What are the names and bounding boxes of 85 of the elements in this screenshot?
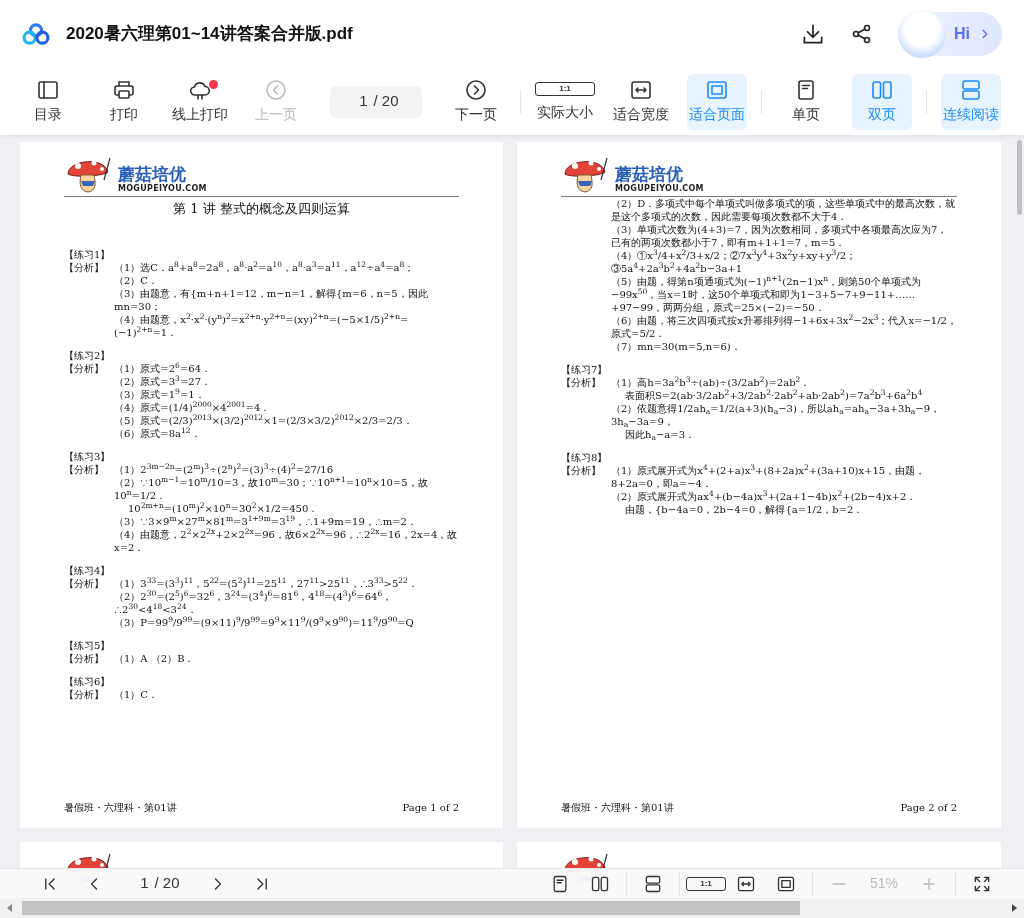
page-number-text: Page 2 of 2 xyxy=(900,801,957,814)
analysis-label: 【分析】 xyxy=(64,261,104,273)
solution-line: （1）选C．a$^{8}$+a$^{8}$=2a$^{8}$，a$^{8}$·a$^{2}$=a$^{10}$，a$^{8}$·a$^{3}$=a$^{11}$，a$^{12}$÷a$^{4}$=a$^{8}$； xyxy=(114,260,416,274)
solution-line: （4）由题意，2$^{2}$×2$^{2x}$+2×2$^{2x}$=96，故6×2$^{2x}$=96，∴2$^{2x}$=16，2x=4，故x=2． xyxy=(114,527,459,554)
exercise-heading: 【练习5】 xyxy=(64,638,112,652)
logo-subtitle: MOGUPEIYOU.COM xyxy=(615,183,704,194)
analysis-label: 【分析】 xyxy=(64,463,104,475)
exercise-heading: 【练习7】 xyxy=(561,363,609,376)
ratio-icon: 1:1 xyxy=(686,876,726,891)
solution-line: （1）原式=2$^{6}$=64． xyxy=(114,361,212,375)
solution-line: 表面积S=2(ab·3/2ab$^{2}$+3/2ab$^{2}$·2ab$^{2}$+ab·2ab$^{2}$)=7a$^{2}$b$^{3}$+6a$^{2}$b$^{4}$ xyxy=(624,389,924,402)
continuous-icon xyxy=(959,77,983,102)
fit-width-button[interactable]: 适合宽度 xyxy=(611,73,671,130)
document-title: 2020暑六理第01~14讲答案合并版.pdf xyxy=(66,23,353,46)
logo-text: 蘑菇培优 xyxy=(615,164,684,184)
scrollbar-thumb[interactable] xyxy=(22,901,800,915)
solution-line: （5）由题，得第n项通项式为(−1)$^{n+1}$(2n−1)x$^{n}$，则第50个单项式为−99x$^{50}$，当x=1时，这50个单项式和即为1−3+5−7+9−11+……+97−99，两两分组，原式=25×(−2)=−50． xyxy=(611,275,922,314)
zoom-out-icon xyxy=(832,882,846,885)
page-number-input[interactable]: 1 xyxy=(132,872,149,895)
lecture-title: 第 1 讲 整式的概念及四则运算 xyxy=(172,201,351,218)
solution-line: （6）原式=8a$^{12}$． xyxy=(114,426,202,440)
analysis-label: 【分析】 xyxy=(64,688,104,700)
logo-text: 蘑菇培优 xyxy=(118,164,187,184)
solution-line: （7）mn=30(m=5,n=6)． xyxy=(611,340,742,353)
exercise-heading: 【练习2】 xyxy=(64,348,112,362)
solution-line: 10$^{2m+n}$=(10$^{m}$)$^{2}$×10$^{n}$=30$^{2}$×1/2=450． xyxy=(127,501,320,515)
actual-size-button[interactable]: 1:1 实际大小 xyxy=(535,73,595,130)
contents-button[interactable]: 目录 xyxy=(18,73,78,130)
solution-line: 由题，{b−4a=0，2b−4=0，解得{a=1/2，b=2． xyxy=(624,503,865,516)
single-page-button[interactable]: 单页 xyxy=(776,73,836,130)
analysis-label: 【分析】 xyxy=(64,652,104,664)
solution-line: （6）由题，将三次四项式按x升幂排列得−1+6x+3x$^{2}$−2x$^{3}$；代入x=−1/2，原式=5/2． xyxy=(611,314,957,340)
analysis-label: 【分析】 xyxy=(64,577,104,589)
previous-page-icon xyxy=(264,77,288,102)
page-footer-text: 暑假班・六理科・第01讲 xyxy=(561,801,674,814)
analysis-label: 【分析】 xyxy=(561,377,601,388)
solution-line: （1）2$^{3m−2n}$=(2$^{m}$)$^{3}$÷(2$^{n}$)$^{2}$=(3)$^{3}$÷(4)$^{2}$=27/16 xyxy=(114,462,335,476)
zoom-level: 51% xyxy=(869,874,899,893)
exercise-heading: 【练习8】 xyxy=(561,451,609,464)
logo-subtitle: MOGUPEIYOU.COM xyxy=(118,183,207,194)
solution-line: （2）依题意得1/2ah$_{a}$=1/2(a+3)(h$_{a}$−3)，所以ah$_{a}$=ah$_{a}$−3a+3h$_{a}$−9，3h$_{a}$−3a=9， xyxy=(611,402,942,428)
vertical-scrollbar-thumb[interactable] xyxy=(1017,140,1022,215)
analysis-label: 【分析】 xyxy=(64,362,104,374)
solution-line: （1）C． xyxy=(114,687,159,701)
greeting-text: Hi xyxy=(954,24,970,44)
next-page-button[interactable]: 下一页 xyxy=(446,73,506,130)
solution-line: （2）原式展开式为ax$^{4}$+(b−4a)x$^{3}$+(2a+1−4b)x$^{2}$+(2b−4)x+2． xyxy=(611,490,918,503)
solution-line: （4）原式=(1/4)$^{2000}$×4$^{2001}$=4． xyxy=(114,400,272,414)
page-number-input[interactable]: 1 xyxy=(353,90,368,113)
solution-line: （2）原式=3$^{3}$=27． xyxy=(114,374,212,388)
solution-line: （1）3$^{33}$=(3$^{3}$)$^{11}$，5$^{22}$=(5$^{2}$)$^{11}$=25$^{11}$，27$^{11}$>25$^{11}$，∴3$^{33}$>5$^{22}$． xyxy=(114,576,419,590)
analysis-label: 【分析】 xyxy=(561,465,601,476)
solution-line: （3）P=99$^{9}$/9$^{99}$=(9×11)$^{9}$/9$^{99}$=9$^{9}$×11$^{9}$/(9$^{9}$×9$^{90}$)=11$^{9}$/9$^{90}$=Q xyxy=(114,615,415,629)
page-number-text: Page 1 of 2 xyxy=(402,801,459,814)
solution-line: （1）高h=3a$^{2}$b$^{3}$÷(ab)÷(3/2ab$^{2}$)=2ab$^{2}$． xyxy=(611,376,812,389)
solution-line: （3）由题意，有{m+n+1=12，m−n=1，解得{m=6，n=5，因此mn=30； xyxy=(114,286,429,313)
actual-size-button[interactable]: 1:1 xyxy=(686,869,726,898)
exercise-heading: 【练习1】 xyxy=(64,247,112,261)
continuous-icon xyxy=(643,873,663,894)
solution-line: （3）∵3×9$^{m}$×27$^{m}$×81$^{m}$=3$^{1+9m}$=3$^{19}$，∴1+9m=19，∴m=2． xyxy=(114,514,418,528)
scroll-right-icon[interactable] xyxy=(1009,903,1019,913)
ratio-icon: 1:1 xyxy=(535,81,595,96)
solution-line: （4）①x$^{3}$/4+x$^{2}$/3+x/2；②7x$^{3}$y$^{4}$+3x$^{2}$y+xy+y$^{3}$/2；③5a$^{4}$+2a$^{3}$b$^{2}$+4a$^{2}$b−3a+1 xyxy=(611,249,858,275)
print-button[interactable]: 打印 xyxy=(94,73,154,130)
solution-line: （1）A （2）B． xyxy=(114,651,196,665)
app-logo-icon xyxy=(22,23,50,45)
scroll-left-icon[interactable] xyxy=(5,903,15,913)
page-total: / 20 xyxy=(373,91,399,112)
solution-line: （2）D．多项式中每个单项式叫做多项式的项，这些单项式中的最高次数，就是这个多项式的次数，因此需要每项次数都不大于4． xyxy=(611,197,957,223)
solution-line: 因此h$_{a}$−a=3． xyxy=(624,428,697,441)
solution-line: （2）∵10$^{m−1}$=10$^{m}$/10=3，故10$^{m}$=30；∵10$^{n+1}$=10$^{n}$×10=5，故10$^{n}$=1/2． xyxy=(114,475,429,502)
online-print-button[interactable]: 线上打印 xyxy=(170,73,230,130)
page-footer-text: 暑假班・六理科・第01讲 xyxy=(64,801,177,814)
solution-line: （3）原式=1$^{9}$=1． xyxy=(114,387,206,401)
solution-line: （4）由题意，x$^{2}$·x$^{2}$·(y$^{n}$)$^{2}$=x$^{2+n}$·y$^{2+n}$=(xy)$^{2+n}$=(−5×1/5)$^{2+n}$=(−1)$^{2+n}$=1． xyxy=(114,312,410,339)
next-page-icon xyxy=(464,77,488,102)
exercise-heading: 【练习6】 xyxy=(64,674,112,688)
solution-line: （2）2$^{30}$=(2$^{5}$)$^{6}$=32$^{6}$，3$^{24}$=(3$^{4}$)$^{6}$=81$^{6}$，4$^{18}$=(4$^{3}$)$^{6}$=64$^{6}$，∴2$^{30}$<4$^{18}$<3$^{24}$． xyxy=(114,589,394,616)
solution-line: （1）原式展开式为x$^{4}$+(2+a)x$^{3}$+(8+2a)x$^{2}$+(3a+10)x+15，由题，8+2a=0，即a=−4． xyxy=(611,464,927,490)
exercise-heading: 【练习3】 xyxy=(64,449,112,463)
page-total: / 20 xyxy=(154,873,180,894)
solution-line: （5）原式=(2/3)$^{2013}$×(3/2)$^{2012}$×1=(2/3×3/2)$^{2012}$×2/3=2/3． xyxy=(114,413,414,427)
avatar xyxy=(898,10,946,58)
solution-line: （2）C． xyxy=(114,273,159,287)
exercise-heading: 【练习4】 xyxy=(64,563,112,577)
